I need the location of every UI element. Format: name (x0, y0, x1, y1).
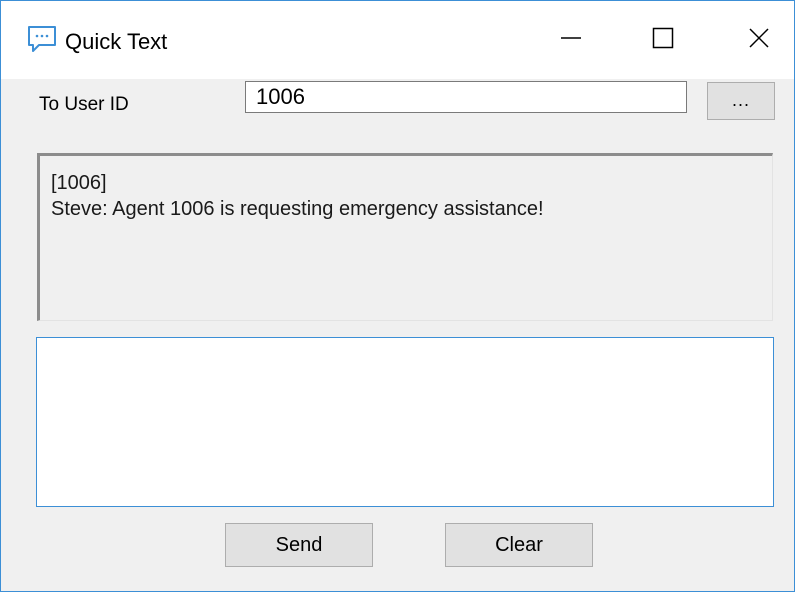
history-line: [1006] (51, 172, 107, 194)
maximize-icon (651, 26, 675, 55)
close-icon (747, 26, 771, 55)
title-bar[interactable]: Quick Text (1, 1, 794, 79)
to-user-id-input[interactable] (245, 81, 687, 113)
maximize-button[interactable] (633, 15, 693, 65)
close-button[interactable] (729, 15, 789, 65)
minimize-icon (559, 26, 583, 55)
minimize-button[interactable] (541, 15, 601, 65)
history-line: Steve: Agent 1006 is requesting emergenc… (51, 198, 544, 220)
window-title: Quick Text (65, 29, 168, 54)
message-history: [1006] Steve: Agent 1006 is requesting e… (37, 153, 773, 321)
message-compose-input[interactable] (36, 337, 774, 507)
to-user-id-label: To User ID (39, 94, 129, 115)
browse-users-button[interactable]: ... (707, 82, 775, 120)
clear-button[interactable]: Clear (445, 523, 593, 567)
send-button[interactable]: Send (225, 523, 373, 567)
chat-bubble-icon (27, 25, 57, 53)
quick-text-window: Quick Text To User ID 1006 ... [1006] St… (0, 0, 795, 592)
